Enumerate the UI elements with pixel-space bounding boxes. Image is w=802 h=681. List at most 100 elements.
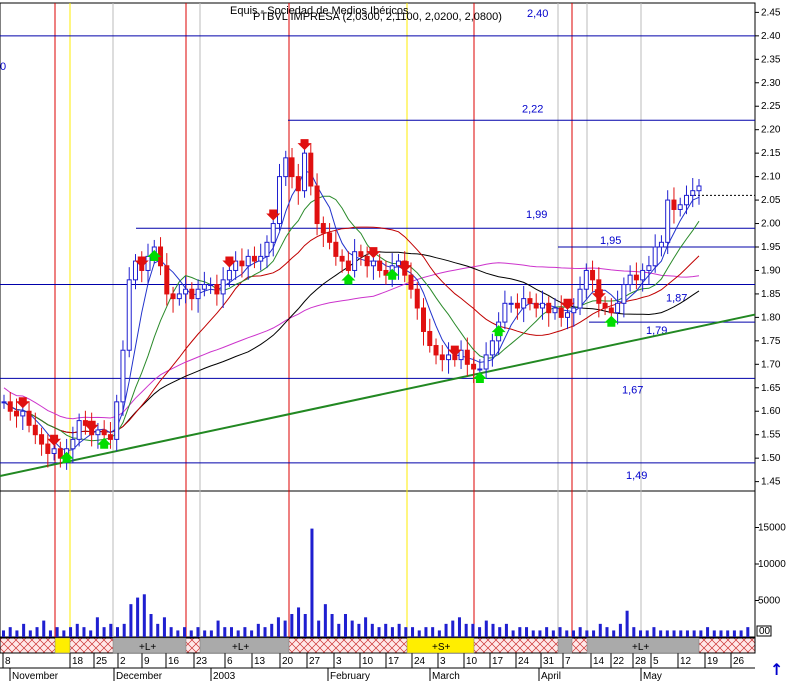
candle-body [70, 438, 76, 450]
candle-body [364, 255, 370, 267]
volume-bar [317, 620, 321, 637]
volume-bar [592, 630, 596, 637]
date-tick-label: 17 [492, 656, 504, 667]
volume-bar [437, 630, 441, 637]
price-tick-label: 1.95 [761, 242, 781, 253]
date-tick-label: 27 [309, 656, 321, 667]
candle-body [239, 260, 245, 267]
volume-bar [357, 623, 361, 637]
volume-bar [102, 627, 106, 637]
volume-bar [699, 630, 703, 637]
candle-body [427, 330, 433, 347]
price-tick-label: 2.00 [761, 219, 781, 230]
volume-bar [384, 623, 388, 637]
chart-title: PTBVL IMPRESA (2,0300, 2,1100, 2,0200, 2… [253, 11, 502, 23]
price-tick-label: 2.05 [761, 195, 781, 206]
volume-bar [15, 630, 19, 637]
candle-body [658, 241, 664, 248]
volume-bar [538, 630, 542, 637]
stock-chart: 2,221,991,951,871,791,671,49 Equis - Soc… [0, 0, 802, 681]
volume-bar [149, 614, 153, 637]
volume-bar [444, 623, 448, 637]
volume-bar [545, 627, 549, 637]
candle-body [327, 232, 333, 243]
volume-bar [270, 623, 274, 637]
date-tick-label: 23 [196, 656, 208, 667]
candle-body [26, 410, 32, 426]
candle-body [170, 293, 176, 300]
date-tick-label: 6 [227, 656, 233, 667]
candle-body [258, 255, 264, 262]
candle-body [615, 302, 621, 314]
volume-bar [652, 627, 656, 637]
volume-bar [612, 630, 616, 637]
candle-body [514, 302, 520, 309]
strip-label: +L+ [232, 642, 249, 653]
candle-body [671, 199, 677, 210]
candle-body [51, 448, 57, 454]
volume-bar [256, 623, 260, 637]
candle-body [377, 260, 383, 271]
price-tick-label: 2.30 [761, 78, 781, 89]
price-level-label: 1,87 [666, 293, 687, 305]
candle-body [665, 199, 671, 243]
scroll-up-arrow-icon[interactable]: ↑ [770, 660, 783, 679]
price-tick-label: 2.45 [761, 7, 781, 18]
date-tick-label: 17 [388, 656, 400, 667]
volume-bar [136, 597, 140, 637]
volume-bar [424, 627, 428, 637]
volume-bar [330, 614, 334, 637]
volume-bar [337, 623, 341, 637]
candle-body [189, 288, 195, 300]
price-tick-label: 2.20 [761, 125, 781, 136]
candle-body [646, 265, 652, 271]
date-tick-label: 5 [653, 656, 659, 667]
price-tick-label: 1.50 [761, 453, 781, 464]
volume-bar [176, 630, 180, 637]
candle-body [571, 307, 577, 314]
volume-bar [89, 630, 93, 637]
volume-bar [578, 627, 582, 637]
volume-bar [746, 627, 750, 637]
volume-bar [659, 630, 663, 637]
date-tick-label: 3 [336, 656, 342, 667]
candle-body [295, 176, 301, 192]
month-label: 2003 [213, 671, 236, 681]
candle-body [640, 269, 646, 281]
volume-bar [323, 604, 327, 637]
candle-body [489, 340, 495, 356]
volume-bar [732, 630, 736, 637]
volume-bar [431, 627, 435, 637]
volume-bar [115, 627, 120, 637]
candle-body [433, 345, 439, 356]
candle-body [683, 194, 689, 206]
price-tick-label: 1.75 [761, 336, 781, 347]
date-tick-label: 24 [414, 656, 426, 667]
volume-bar [62, 630, 66, 637]
candle-body [508, 302, 514, 305]
month-label: December [116, 671, 163, 681]
candle-body [245, 255, 251, 267]
date-tick-label: 7 [565, 656, 571, 667]
volume-bar [504, 623, 508, 637]
date-tick-label: 26 [733, 656, 745, 667]
candle-body [45, 443, 51, 454]
candle-body [602, 302, 608, 309]
volume-bar [558, 627, 562, 637]
candle-body [395, 260, 401, 267]
candle-body [107, 434, 113, 440]
volume-bar [692, 630, 696, 637]
volume-bar [565, 630, 569, 637]
candle-body [276, 176, 282, 225]
candle-body [32, 424, 38, 436]
volume-bar [719, 630, 723, 637]
price-tick-label: 1.90 [761, 265, 781, 276]
date-tick-label: 18 [72, 656, 84, 667]
candle-body [464, 349, 470, 365]
candle-body [183, 288, 189, 295]
volume-bar [276, 617, 280, 637]
volume-bar [297, 607, 301, 637]
price-tick-label: 2.10 [761, 172, 781, 183]
price-level-label: 1,67 [622, 384, 643, 396]
volume-bar [169, 627, 173, 637]
